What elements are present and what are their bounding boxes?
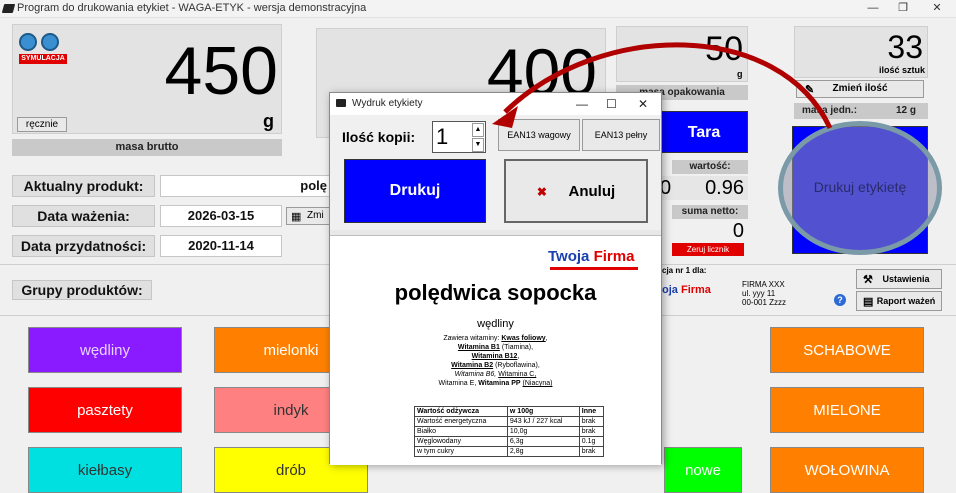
annotation-arrow <box>492 42 833 130</box>
arrow-path <box>503 42 833 130</box>
